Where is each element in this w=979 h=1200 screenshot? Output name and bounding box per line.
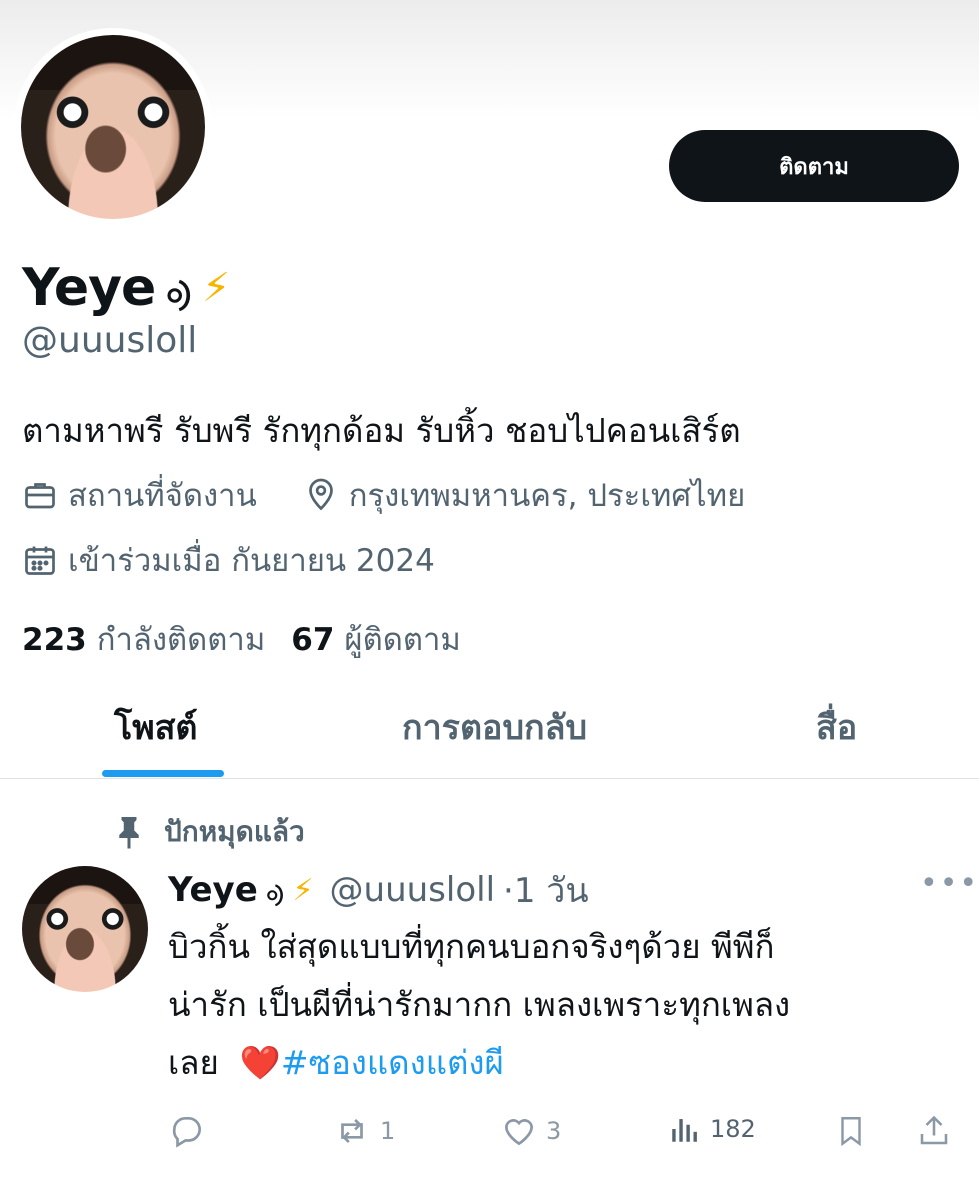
profile-name-row: Yeye ᢀ ⚡ <box>22 248 230 328</box>
hashtag-link[interactable]: #ซองแดงแต่งผี <box>281 1043 504 1082</box>
view-count: 182 <box>710 1115 756 1143</box>
lightning-emoji: ⚡ <box>202 265 231 311</box>
pinned-indicator: ปักหมุดแล้ว <box>114 810 305 854</box>
repost-icon <box>332 1112 372 1150</box>
location-text: กรุงเทพมหานคร, ประเทศไทย <box>348 478 746 514</box>
name-glyph: ᢀ <box>165 271 193 325</box>
tab-media[interactable]: สื่อ <box>816 700 857 754</box>
join-date-row: เข้าร่วมเมื่อ กันยายน 2024 <box>22 535 435 585</box>
reply-icon <box>168 1112 206 1150</box>
post-text-line-last: เลย ❤️#ซองแดงแต่งผี <box>168 1034 958 1092</box>
author-glyph: ᢀ <box>265 878 285 916</box>
following-label: กำลังติดตาม <box>96 622 266 658</box>
post-time[interactable]: ·1 วัน <box>503 863 589 917</box>
post-author-name[interactable]: Yeye <box>168 870 258 910</box>
profile-tabs: โพสต์ การตอบกลับ สื่อ <box>0 690 979 779</box>
join-date-text: เข้าร่วมเมื่อ กันยายน 2024 <box>68 543 435 579</box>
profile-bio: ตามหาพรี รับพรี รักทุกด้อม รับหิ้ว ชอบไป… <box>22 411 741 450</box>
views-button[interactable]: 182 <box>668 1112 756 1146</box>
location-item: กรุงเทพมหานคร, ประเทศไทย <box>303 470 745 520</box>
followers-label: ผู้ติดตาม <box>344 622 461 658</box>
share-icon <box>916 1112 952 1150</box>
pin-icon <box>114 814 144 850</box>
share-button[interactable] <box>916 1112 952 1150</box>
heart-emoji: ❤️ <box>239 1043 281 1082</box>
pinned-label: ปักหมุดแล้ว <box>164 815 305 848</box>
post-actions: 1 3 182 <box>168 1112 958 1156</box>
followers-count: 67 <box>291 622 335 658</box>
heart-outline-icon <box>500 1112 538 1150</box>
lightning-emoji: ⚡ <box>292 872 314 908</box>
analytics-icon <box>668 1112 702 1146</box>
location-pin-icon <box>303 477 339 513</box>
profile-meta-row: สถานที่จัดงาน กรุงเทพมหานคร, ประเทศไทย <box>22 470 745 520</box>
following-count: 223 <box>22 622 87 658</box>
repost-count: 1 <box>380 1117 396 1145</box>
repost-button[interactable]: 1 <box>332 1112 395 1150</box>
reply-button[interactable] <box>168 1112 214 1150</box>
display-name: Yeye <box>22 258 156 318</box>
avatar-image <box>21 35 205 219</box>
follow-stats: 223 กำลังติดตาม 67 ผู้ติดตาม <box>22 614 461 664</box>
post-text-line: น่ารัก เป็นผีที่น่ารักมากก เพลงเพราะทุกเ… <box>168 985 791 1024</box>
follow-button[interactable]: ติดตาม <box>669 130 959 202</box>
work-item: สถานที่จัดงาน <box>22 470 257 520</box>
tab-posts[interactable]: โพสต์ <box>114 700 198 754</box>
like-count: 3 <box>546 1117 562 1145</box>
avatar-image <box>22 866 148 992</box>
calendar-icon <box>22 542 58 578</box>
post-body: บิวกิ้น ใส่สุดแบบที่ทุกคนบอกจริงๆด้วย พี… <box>168 918 958 1092</box>
post-text-line: บิวกิ้น ใส่สุดแบบที่ทุกคนบอกจริงๆด้วย พี… <box>168 927 775 966</box>
like-button[interactable]: 3 <box>500 1112 561 1150</box>
work-text: สถานที่จัดงาน <box>68 478 257 514</box>
bookmark-button[interactable] <box>834 1112 868 1150</box>
join-date-item: เข้าร่วมเมื่อ กันยายน 2024 <box>22 535 435 585</box>
tab-replies[interactable]: การตอบกลับ <box>402 700 587 754</box>
post-header: Yeye ᢀ ⚡ @uuusloll ·1 วัน <box>168 862 589 918</box>
active-tab-indicator <box>102 770 224 777</box>
briefcase-icon <box>22 477 58 513</box>
profile-avatar[interactable] <box>14 28 212 226</box>
bookmark-icon <box>834 1112 868 1150</box>
post-author-handle[interactable]: @uuusloll <box>330 870 496 910</box>
post-text-fragment: เลย <box>168 1043 219 1082</box>
post-author-avatar[interactable] <box>22 866 148 992</box>
profile-handle: @uuusloll <box>22 320 198 361</box>
following-link[interactable]: 223 กำลังติดตาม <box>22 614 265 664</box>
followers-link[interactable]: 67 ผู้ติดตาม <box>291 614 461 664</box>
more-options-icon[interactable]: ••• <box>920 866 979 901</box>
